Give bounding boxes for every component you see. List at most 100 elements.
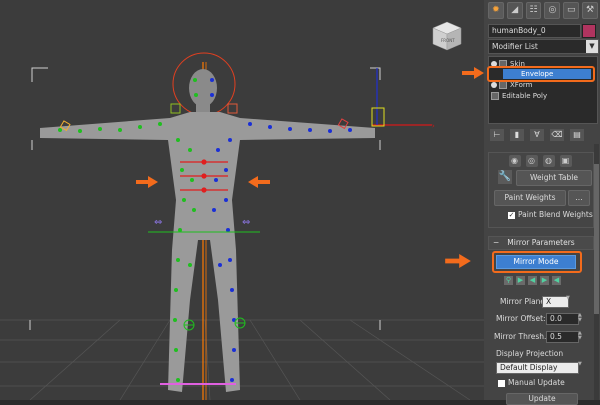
display-tab[interactable]: ▭ xyxy=(563,2,580,19)
stack-item-label: Editable Poly xyxy=(502,92,548,100)
mirror-plane-value: X xyxy=(546,297,552,306)
vertex-tool-button[interactable]: ◉ xyxy=(508,155,521,167)
show-end-result-button[interactable]: ▮ xyxy=(510,129,524,141)
motion-icon: ◎ xyxy=(548,5,557,15)
vertex-left-icon: ◀ xyxy=(553,276,560,284)
pin-icon: ⊢ xyxy=(493,130,501,139)
mirror-tools-row: ⚲ ▶ ◀ ▶ ◀ xyxy=(504,276,561,285)
object-name-field[interactable]: humanBody_0 xyxy=(488,24,581,38)
stack-item-editable-poly[interactable]: Editable Poly xyxy=(491,91,547,101)
stack-item-label: XForm xyxy=(510,81,533,89)
mirror-mode-button[interactable]: Mirror Mode xyxy=(496,255,576,269)
human-body xyxy=(40,69,375,392)
trash-icon: ⌫ xyxy=(551,130,563,139)
update-button[interactable]: Update xyxy=(506,393,578,405)
motion-tab[interactable]: ◎ xyxy=(544,2,561,19)
annotation-arrow-left xyxy=(136,176,158,188)
bone-icon: ⚲ xyxy=(505,276,512,284)
mirror-thresh-label: Mirror Thresh.: xyxy=(494,332,549,341)
panel-scrollbar[interactable] xyxy=(594,144,599,400)
manual-update-checkbox[interactable]: Manual Update xyxy=(498,378,565,387)
mirror-thresh-spinner[interactable]: ▲ ▼ xyxy=(578,331,583,341)
vertex-right-icon: ▶ xyxy=(541,276,548,284)
mirror-offset-spinner[interactable]: ▲ ▼ xyxy=(578,313,583,323)
remove-modifier-button[interactable]: ⌫ xyxy=(550,129,564,141)
display-projection-dropdown[interactable]: Default Display xyxy=(496,362,579,374)
scrollbar-thumb[interactable] xyxy=(594,164,599,314)
display-projection-label: Display Projection xyxy=(496,349,564,358)
viewport[interactable]: FRONT ⇔ ⇔ › xyxy=(0,0,484,400)
command-panel-tabs: ✹ ◢ ☷ ◎ ▭ ⚒ xyxy=(488,2,598,20)
expand-icon[interactable] xyxy=(499,81,507,89)
ring-tool-button[interactable]: ◎ xyxy=(525,155,538,167)
envelope-highlight xyxy=(487,66,595,82)
svg-text:›: › xyxy=(432,122,435,130)
stack-buttons: ⊢ ▮ ∀ ⌫ ▤ xyxy=(490,129,596,141)
pin-stack-button[interactable]: ⊢ xyxy=(490,129,504,141)
sun-icon: ✹ xyxy=(492,5,500,15)
viewcube-label: FRONT xyxy=(441,38,455,43)
configure-sets-button[interactable]: ▤ xyxy=(570,129,584,141)
mirror-thresh-value: 0.5 xyxy=(550,332,562,341)
mirror-paste-green-to-blue-button[interactable]: ⚲ xyxy=(504,276,513,285)
make-unique-button[interactable]: ∀ xyxy=(530,129,544,141)
loop-tool-button[interactable]: ◍ xyxy=(542,155,555,167)
paste-right-icon: ▶ xyxy=(517,276,524,284)
annotation-arrow-mirror xyxy=(445,254,471,268)
weight-tool-button[interactable]: 🔧 xyxy=(498,170,512,184)
chevron-down-icon: ▼ xyxy=(586,40,598,53)
object-icon xyxy=(491,92,499,100)
display-icon: ▭ xyxy=(566,5,576,15)
modify-tab[interactable]: ◢ xyxy=(506,2,523,19)
svg-text:⇔: ⇔ xyxy=(242,217,250,228)
mirror-thresh-field[interactable]: 0.5 xyxy=(546,331,579,343)
paste-green-to-blue-verts-button[interactable]: ▶ xyxy=(540,276,549,285)
svg-text:⇔: ⇔ xyxy=(154,217,162,228)
rollout-title: Mirror Parameters xyxy=(507,238,575,247)
paint-options-button[interactable]: ... xyxy=(568,190,590,206)
mirror-paste-button[interactable]: ▶ xyxy=(516,276,525,285)
display-projection-value: Default Display xyxy=(500,363,558,372)
ring-icon: ◎ xyxy=(528,156,535,165)
create-tab[interactable]: ✹ xyxy=(488,2,504,19)
modify-icon: ◢ xyxy=(511,5,519,15)
loop-icon: ◍ xyxy=(545,156,552,165)
mirror-plane-label: Mirror Plane: xyxy=(500,297,548,306)
object-color-swatch[interactable] xyxy=(582,24,596,38)
mirror-plane-dropdown[interactable]: X xyxy=(542,296,569,308)
mirror-plane-chevron-icon[interactable]: ▼ xyxy=(566,296,571,306)
paste-left-icon: ◀ xyxy=(529,276,536,284)
manual-update-label: Manual Update xyxy=(508,378,565,387)
annotation-arrow-envelope xyxy=(462,67,484,79)
hierarchy-tab[interactable]: ☷ xyxy=(525,2,542,19)
utilities-tab[interactable]: ⚒ xyxy=(582,2,598,19)
annotation-arrow-right xyxy=(248,176,270,188)
lightbulb-icon[interactable] xyxy=(491,82,497,88)
weight-tools-row: ◉ ◎ ◍ ▣ xyxy=(488,155,592,167)
mirror-offset-field[interactable]: 0.0 xyxy=(546,313,579,325)
paste-blue-to-green-bones-button[interactable]: ◀ xyxy=(528,276,537,285)
floor-grid xyxy=(0,319,484,400)
command-panel: ✹ ◢ ☷ ◎ ▭ ⚒ humanBody_0 Modifier List ▼ … xyxy=(445,0,600,405)
display-tool-button[interactable]: ▣ xyxy=(559,155,572,167)
viewport-scene: FRONT ⇔ ⇔ › xyxy=(0,21,484,400)
circle-icon: ◉ xyxy=(511,156,518,165)
weight-table-button[interactable]: Weight Table xyxy=(516,170,592,186)
paint-weights-button[interactable]: Paint Weights xyxy=(494,190,566,206)
mirror-parameters-rollout-header[interactable]: − Mirror Parameters xyxy=(488,236,594,250)
modifier-list-label: Modifier List xyxy=(492,42,538,51)
utilities-icon: ⚒ xyxy=(586,5,595,15)
checkbox-box xyxy=(498,379,505,387)
make-unique-icon: ∀ xyxy=(534,130,540,139)
paste-blue-to-green-verts-button[interactable]: ◀ xyxy=(552,276,561,285)
monitor-icon: ▣ xyxy=(561,156,570,165)
modifier-list-dropdown[interactable]: Modifier List ▼ xyxy=(488,39,599,54)
show-result-icon: ▮ xyxy=(514,130,520,139)
checkmark-icon: ✓ xyxy=(508,210,515,219)
wrench-icon: 🔧 xyxy=(498,171,512,182)
mirror-offset-value: 0.0 xyxy=(550,314,562,323)
paint-blend-weights-checkbox[interactable]: ✓ Paint Blend Weights xyxy=(508,210,593,219)
configure-icon: ▤ xyxy=(573,130,581,139)
display-projection-chevron-icon[interactable]: ▼ xyxy=(578,362,583,372)
viewcube: FRONT xyxy=(432,21,462,51)
